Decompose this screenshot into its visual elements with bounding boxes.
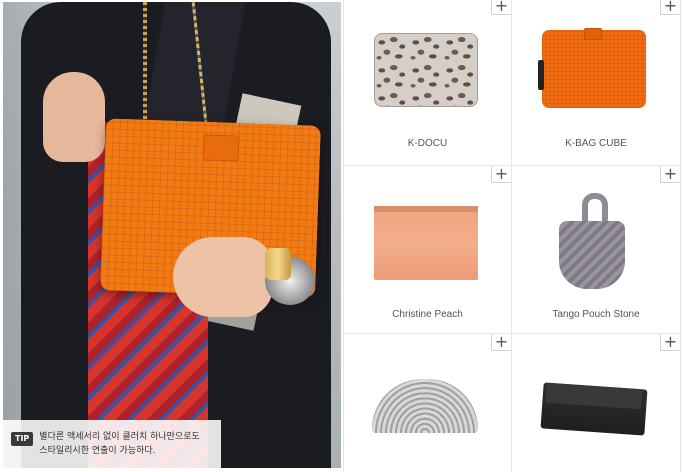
plus-icon: + xyxy=(494,164,509,183)
add-button[interactable]: + xyxy=(660,0,680,15)
product-name[interactable]: K-BAG CUBE xyxy=(512,138,680,149)
gold-cuff xyxy=(265,248,291,280)
plus-icon: + xyxy=(494,332,509,351)
product-image-tango-pouch-stone[interactable] xyxy=(559,221,625,289)
add-button[interactable]: + xyxy=(660,334,680,351)
product-name[interactable]: Tango Pouch Stone xyxy=(512,309,680,320)
add-button[interactable]: + xyxy=(491,0,511,15)
plus-icon: + xyxy=(663,164,678,183)
add-button[interactable]: + xyxy=(660,166,680,183)
tip-caption: TIP 별다른 액세서리 없이 클러치 하나만으로도 스타일리시한 연출이 가능… xyxy=(3,420,221,468)
hand-lower xyxy=(173,237,273,317)
product-grid: + K-DOCU + K-BAG CUBE + Christine Peach … xyxy=(343,0,682,472)
hero-photo xyxy=(3,2,341,468)
plus-icon: + xyxy=(494,0,509,15)
product-image-k-docu[interactable] xyxy=(374,33,478,107)
product-name[interactable]: K-DOCU xyxy=(344,138,511,149)
bag-tab xyxy=(584,28,602,40)
plus-icon: + xyxy=(663,332,678,351)
product-image-k-bag-cube[interactable] xyxy=(542,30,646,108)
clutch-tab xyxy=(202,134,240,162)
tip-badge: TIP xyxy=(11,432,34,446)
plus-icon: + xyxy=(663,0,678,15)
necklace-chain xyxy=(143,2,147,127)
pouch-handle xyxy=(582,193,608,223)
hand-upper xyxy=(43,72,105,162)
tip-text: 별다른 액세서리 없이 클러치 하나만으로도 스타일리시한 연출이 가능하다. xyxy=(39,432,200,456)
product-card-silver-clutch[interactable]: + xyxy=(343,334,512,472)
add-button[interactable]: + xyxy=(491,334,511,351)
product-name[interactable]: Christine Peach xyxy=(344,309,511,320)
add-button[interactable]: + xyxy=(491,166,511,183)
product-card-tango-pouch-stone[interactable]: + Tango Pouch Stone xyxy=(512,166,681,334)
product-card-christine-peach[interactable]: + Christine Peach xyxy=(343,166,512,334)
bag-strap xyxy=(538,60,544,90)
product-card-k-bag-cube[interactable]: + K-BAG CUBE xyxy=(512,0,681,166)
clutch-frame xyxy=(374,206,478,212)
product-card-black-clutch[interactable]: + xyxy=(512,334,681,472)
product-card-k-docu[interactable]: + K-DOCU xyxy=(343,0,512,166)
product-image-silver-clutch[interactable] xyxy=(372,379,478,433)
product-image-christine-peach[interactable] xyxy=(374,206,478,280)
